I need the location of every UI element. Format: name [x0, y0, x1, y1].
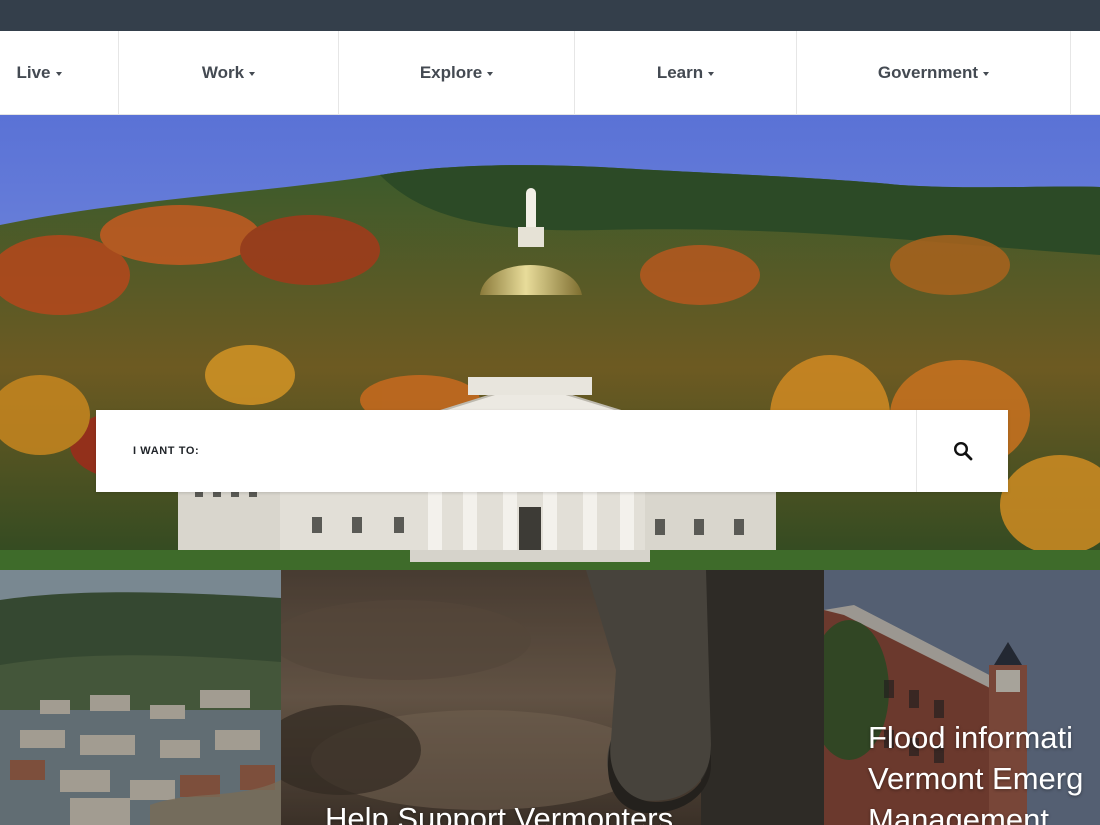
feature-tiles: Help Support Vermonters Flood informati …	[0, 570, 1100, 825]
tile-title-line: Help Support Vermonters	[325, 801, 674, 825]
tile-title: Help Support Vermonters	[325, 798, 673, 825]
main-navigation: Live Work Explore Learn Government	[0, 31, 1100, 115]
caret-down-icon	[55, 72, 62, 76]
top-utility-bar	[0, 0, 1100, 31]
search-button[interactable]	[916, 410, 1008, 492]
feature-tile-help-support[interactable]: Help Support Vermonters	[281, 570, 824, 825]
tile-title-line: Vermont Emerg	[868, 761, 1084, 796]
search-label: I WANT TO:	[133, 445, 200, 457]
tile-title-line: Management	[868, 802, 1049, 825]
tile-image	[281, 570, 824, 825]
hero-image	[0, 115, 1100, 570]
caret-down-icon	[487, 72, 494, 76]
search-icon	[953, 441, 972, 461]
nav-item-government[interactable]: Government	[797, 31, 1071, 115]
nav-item-label: Work	[201, 63, 245, 82]
nav-item-partial[interactable]	[1071, 31, 1100, 115]
hero-banner: I WANT TO:	[0, 115, 1100, 570]
nav-item-work[interactable]: Work	[119, 31, 339, 115]
tile-title-line: Flood informati	[868, 720, 1074, 755]
nav-item-label: Explore	[419, 63, 483, 82]
search-bar: I WANT TO:	[96, 410, 1008, 492]
caret-down-icon	[249, 72, 256, 76]
search-input[interactable]	[216, 410, 1006, 492]
nav-item-label: Live	[16, 63, 51, 82]
nav-item-live[interactable]: Live	[0, 31, 119, 115]
caret-down-icon	[983, 72, 990, 76]
feature-tile-flood-aerial[interactable]	[0, 570, 281, 825]
tile-image	[0, 570, 281, 825]
feature-tile-flood-information[interactable]: Flood informati Vermont Emerg Management	[824, 570, 1100, 825]
caret-down-icon	[708, 72, 715, 76]
tile-title: Flood informati Vermont Emerg Management	[868, 717, 1083, 825]
nav-item-label: Learn	[656, 63, 704, 82]
nav-item-learn[interactable]: Learn	[575, 31, 797, 115]
nav-item-label: Government	[877, 63, 979, 82]
nav-item-explore[interactable]: Explore	[339, 31, 575, 115]
